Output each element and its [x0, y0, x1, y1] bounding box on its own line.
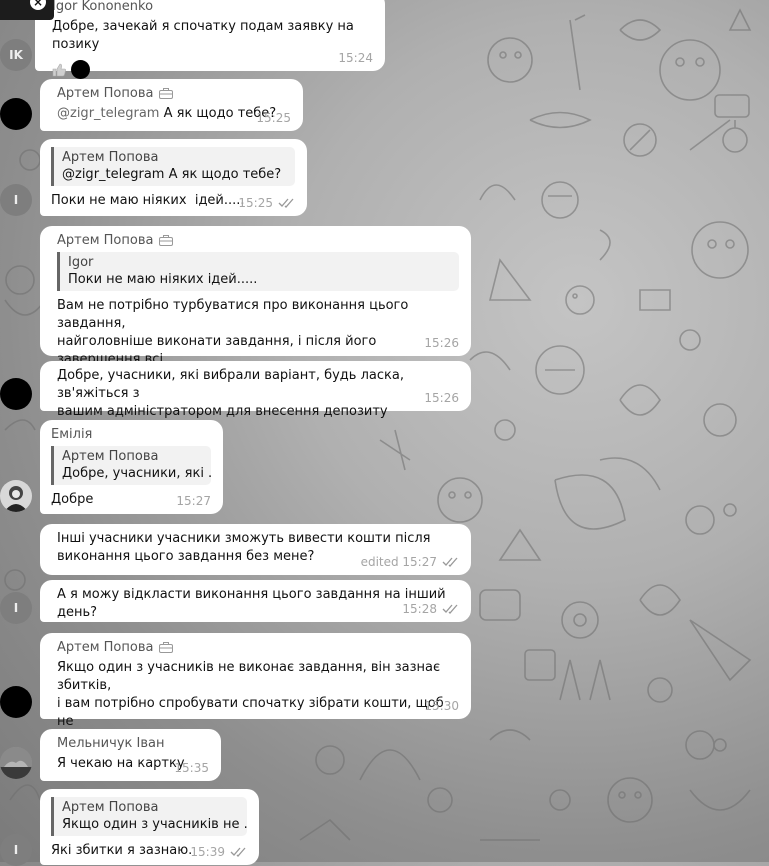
avatar[interactable]: I	[0, 834, 32, 866]
message-bubble[interactable]: Артем Попова Якщо один з учасників не ..…	[40, 789, 259, 865]
message-time: 15:26	[424, 336, 459, 350]
read-checks-icon	[442, 557, 458, 567]
message-time: 15:30	[424, 699, 459, 713]
user-photo	[0, 747, 32, 779]
message-meta: 15:26	[424, 336, 459, 350]
message-meta: 15:24	[338, 51, 373, 65]
message-bubble[interactable]: Артем Попова @zigr_telegram А як щодо те…	[40, 139, 307, 216]
admin-badge-icon	[159, 641, 174, 653]
thumbs-up-icon[interactable]	[52, 63, 66, 77]
message-bubble[interactable]: А я можу відкласти виконання цього завда…	[40, 580, 471, 622]
message-reactions	[52, 60, 373, 79]
message-bubble[interactable]: Артем Попова Igor Поки не маю ніяких іде…	[40, 226, 471, 385]
avatar[interactable]: I	[0, 184, 32, 216]
message-meta: 15:28	[402, 602, 459, 616]
message-meta: 15:30	[424, 699, 459, 713]
close-button[interactable]: ×	[0, 0, 54, 20]
message-time: 15:27	[176, 494, 211, 508]
reply-quote[interactable]: Артем Попова Добре, учасники, які ...	[51, 446, 211, 485]
sender-header: Артем Попова	[57, 232, 459, 248]
avatar[interactable]	[0, 98, 32, 130]
admin-badge-icon	[159, 234, 174, 246]
message-text: Добре, зачекай я спочатку подам заявку н…	[52, 19, 359, 52]
reply-author: Артем Попова	[62, 449, 159, 464]
message-bubble[interactable]: Артем Попова Якщо один з учасників не ви…	[40, 633, 471, 747]
avatar[interactable]	[0, 378, 32, 410]
reply-text: Поки не маю ніяких ідей.....	[68, 272, 258, 287]
sender-header: Артем Попова	[57, 639, 459, 655]
reaction-avatar	[71, 60, 90, 79]
read-checks-icon	[278, 198, 294, 208]
message-bubble[interactable]: Мельничук Іван Я чекаю на картку 15:35	[40, 729, 221, 781]
message-time: 15:25	[256, 111, 291, 125]
message-text: А я можу відкласти виконання цього завда…	[57, 587, 450, 620]
message-time: 15:25	[238, 196, 273, 210]
message-meta: 15:25	[238, 196, 295, 210]
sender-name: Igor Kononenko	[52, 0, 154, 14]
avatar[interactable]	[0, 747, 32, 779]
message-bubble[interactable]: Добре, учасники, які вибрали варіант, бу…	[40, 361, 471, 419]
reply-quote[interactable]: Артем Попова Якщо один з учасників не ..…	[51, 797, 247, 836]
avatar[interactable]	[0, 686, 32, 718]
reply-text: Якщо один з учасників не ...	[62, 817, 247, 832]
sender-header: Артем Попова	[57, 85, 291, 101]
avatar[interactable]: IK	[0, 39, 32, 71]
message-bubble[interactable]: Емілія Артем Попова Добре, учасники, які…	[40, 420, 223, 514]
message-time: 15:26	[424, 391, 459, 405]
reply-author: Артем Попова	[62, 800, 159, 815]
message-bubble[interactable]: Артем Попова @zigr_telegram А як щодо те…	[40, 79, 303, 131]
close-icon: ×	[30, 0, 46, 10]
avatar[interactable]	[0, 480, 32, 512]
message-meta: 15:27	[176, 494, 211, 508]
sender-name: Емілія	[51, 426, 93, 442]
message-time: 15:39	[190, 845, 225, 859]
read-checks-icon	[230, 847, 246, 857]
user-photo	[0, 480, 32, 512]
reply-quote[interactable]: Igor Поки не маю ніяких ідей.....	[57, 252, 459, 291]
message-time: 15:28	[402, 602, 437, 616]
message-meta: edited 15:27	[361, 555, 459, 569]
message-meta: 15:25	[256, 111, 291, 125]
sender-name: Артем Попова	[57, 639, 154, 655]
sender-name: Артем Попова	[57, 232, 154, 248]
sender-name: Артем Попова	[57, 85, 154, 101]
message-time: 15:35	[174, 761, 209, 775]
mention-link[interactable]: @zigr_telegram	[57, 106, 159, 121]
sender-name: Мельничук Іван	[57, 735, 165, 751]
message-bubble[interactable]: Igor Kononenko Добре, зачекай я спочатку…	[35, 0, 385, 79]
message-meta: 15:35	[174, 761, 209, 775]
reply-author: Igor	[68, 255, 94, 270]
message-bubble[interactable]: Інші учасники учасники зможуть вивести к…	[40, 524, 471, 575]
admin-badge-icon	[159, 87, 174, 99]
message-text: Добре, учасники, які вибрали варіант, бу…	[57, 368, 404, 419]
reply-author: Артем Попова	[62, 150, 159, 165]
reply-text: Добре, учасники, які ...	[62, 466, 211, 481]
reply-quote[interactable]: Артем Попова @zigr_telegram А як щодо те…	[51, 147, 295, 186]
read-checks-icon	[442, 604, 458, 614]
message-time: 15:24	[338, 51, 373, 65]
avatar[interactable]: I	[0, 592, 32, 624]
message-time: edited 15:27	[360, 555, 437, 569]
message-meta: 15:26	[424, 391, 459, 405]
message-meta: 15:39	[190, 845, 247, 859]
reply-text: @zigr_telegram А як щодо тебе?	[62, 167, 282, 182]
